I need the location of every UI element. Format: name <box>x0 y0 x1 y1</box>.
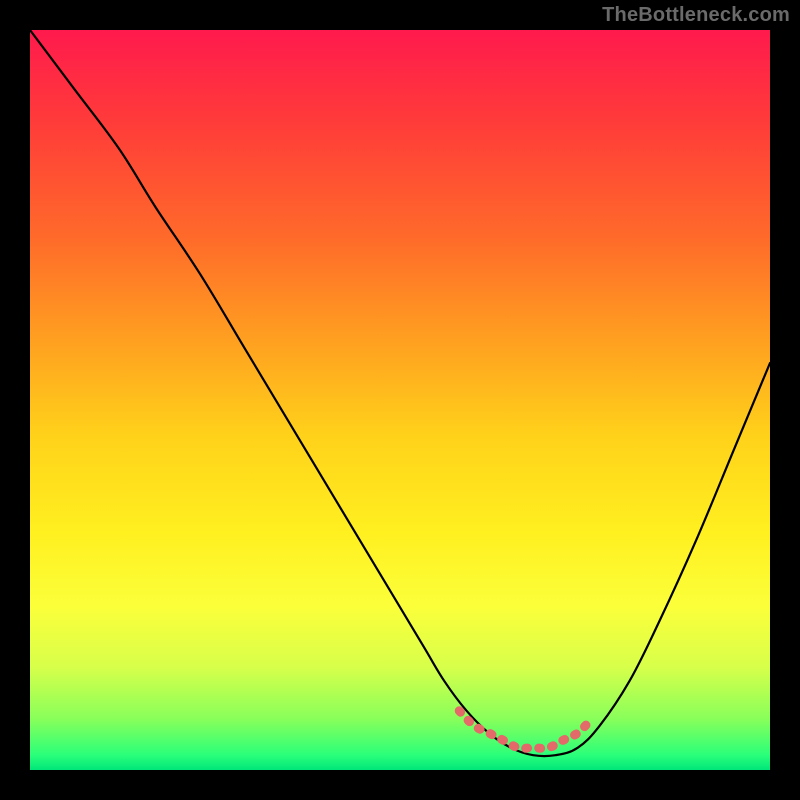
chart-frame: TheBottleneck.com <box>0 0 800 800</box>
plot-area <box>30 30 770 770</box>
curve-layer <box>30 30 770 770</box>
bottom-polyfit-segment <box>459 711 592 749</box>
bottleneck-curve <box>30 30 770 756</box>
watermark-text: TheBottleneck.com <box>602 4 790 27</box>
